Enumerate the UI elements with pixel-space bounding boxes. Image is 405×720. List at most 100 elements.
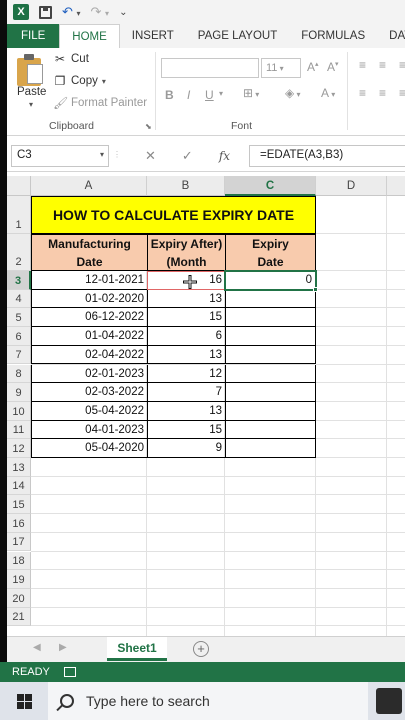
row-header-3[interactable]: 3 bbox=[7, 271, 31, 290]
cell-expiry-date[interactable] bbox=[225, 308, 316, 328]
tab-page-layout[interactable]: PAGE LAYOUT bbox=[186, 24, 289, 48]
cell-expiry-date[interactable] bbox=[225, 439, 316, 458]
column-header-b[interactable]: B bbox=[147, 176, 225, 196]
cell-expiry-months[interactable]: 13 bbox=[147, 401, 226, 421]
cell-manufacturing-date[interactable]: 12-01-2021 bbox=[31, 271, 148, 290]
row-header-14[interactable]: 14 bbox=[7, 476, 31, 496]
shrink-font-icon[interactable]: A▾ bbox=[327, 60, 339, 74]
font-name-box[interactable] bbox=[161, 58, 259, 78]
cell-expiry-months[interactable]: 9 bbox=[147, 439, 226, 458]
paste-icon[interactable] bbox=[17, 54, 45, 86]
clipboard-launcher-icon[interactable]: ⬊ bbox=[145, 122, 152, 131]
taskbar-search[interactable]: Type here to search bbox=[48, 682, 368, 720]
sheet-title-cell[interactable]: HOW TO CALCULATE EXPIRY DATE bbox=[31, 196, 316, 234]
cell-expiry-date[interactable] bbox=[225, 420, 316, 440]
grow-font-icon[interactable]: A▴ bbox=[307, 60, 319, 74]
row-header-9[interactable]: 9 bbox=[7, 383, 31, 402]
undo-icon[interactable]: ↶ ▾ bbox=[62, 4, 81, 20]
enter-icon[interactable]: ✓ bbox=[182, 148, 193, 164]
header-expiry-after-month[interactable]: Expiry After) (Month bbox=[147, 234, 226, 271]
row-header-20[interactable]: 20 bbox=[7, 588, 31, 608]
save-icon[interactable] bbox=[39, 5, 52, 19]
header-manufacturing-date[interactable]: Manufacturing Date bbox=[31, 234, 148, 271]
copy-dropdown-icon[interactable]: ▾ bbox=[102, 77, 106, 86]
cell-manufacturing-date[interactable]: 04-01-2023 bbox=[31, 420, 148, 440]
row-header-10[interactable]: 10 bbox=[7, 401, 31, 421]
cell-expiry-date[interactable] bbox=[225, 383, 316, 402]
column-header-c[interactable]: C bbox=[225, 176, 316, 196]
cell-expiry-months[interactable]: 12 bbox=[147, 364, 226, 384]
fill-handle[interactable] bbox=[313, 287, 318, 292]
cell-expiry-months[interactable]: 15 bbox=[147, 420, 226, 440]
cut-button[interactable]: ✂ Cut bbox=[53, 52, 89, 66]
format-painter-button[interactable]: 🖌 Format Painter bbox=[53, 96, 147, 110]
font-size-box[interactable]: 11 ▾ bbox=[261, 58, 301, 78]
customize-qat-icon[interactable]: ⌄ bbox=[119, 7, 127, 18]
row-header-19[interactable]: 19 bbox=[7, 570, 31, 589]
cell-manufacturing-date[interactable]: 06-12-2022 bbox=[31, 308, 148, 328]
cell-expiry-months[interactable]: 13 bbox=[147, 289, 226, 309]
align-center-icon[interactable]: ≡ bbox=[379, 86, 386, 100]
row-header-15[interactable]: 15 bbox=[7, 495, 31, 515]
cancel-icon[interactable]: ✕ bbox=[145, 148, 156, 164]
cell-manufacturing-date[interactable]: 05-04-2020 bbox=[31, 439, 148, 458]
cell-expiry-date[interactable] bbox=[225, 327, 316, 346]
fill-color-icon[interactable]: ◈ ▾ bbox=[285, 86, 300, 100]
column-header-d[interactable]: D bbox=[316, 176, 387, 196]
tab-home[interactable]: HOME bbox=[59, 24, 120, 48]
cell-manufacturing-date[interactable]: 01-02-2020 bbox=[31, 289, 148, 309]
cell-manufacturing-date[interactable]: 01-04-2022 bbox=[31, 327, 148, 346]
worksheet-grid[interactable]: ABCDE123456789101112131415161718192021HO… bbox=[7, 176, 405, 636]
copy-button[interactable]: ❐ Copy ▾ bbox=[53, 74, 106, 88]
cell-expiry-months[interactable]: 6 bbox=[147, 327, 226, 346]
align-bottom-icon[interactable]: ≡ bbox=[399, 58, 405, 72]
row-header-6[interactable]: 6 bbox=[7, 327, 31, 346]
cell-expiry-date[interactable] bbox=[225, 289, 316, 309]
cell-expiry-date[interactable] bbox=[225, 345, 316, 365]
add-sheet-icon[interactable]: + bbox=[193, 641, 209, 657]
active-cell-selection[interactable] bbox=[224, 270, 317, 291]
cell-manufacturing-date[interactable]: 02-01-2023 bbox=[31, 364, 148, 384]
cell-expiry-date[interactable] bbox=[225, 364, 316, 384]
row-header-13[interactable]: 13 bbox=[7, 458, 31, 477]
row-header-21[interactable]: 21 bbox=[7, 607, 31, 627]
row-header-7[interactable]: 7 bbox=[7, 345, 31, 365]
align-middle-icon[interactable]: ≡ bbox=[379, 58, 386, 72]
bold-button[interactable]: B bbox=[165, 88, 174, 102]
align-left-icon[interactable]: ≡ bbox=[359, 86, 366, 100]
cell-manufacturing-date[interactable]: 05-04-2022 bbox=[31, 401, 148, 421]
tab-data[interactable]: DATA bbox=[377, 24, 405, 48]
row-header-5[interactable]: 5 bbox=[7, 308, 31, 328]
underline-dropdown-icon[interactable]: ▾ bbox=[219, 89, 223, 98]
cell-expiry-date[interactable] bbox=[225, 401, 316, 421]
row-header-4[interactable]: 4 bbox=[7, 289, 31, 309]
tab-file[interactable]: FILE bbox=[7, 24, 60, 48]
cell-expiry-months[interactable]: 15 bbox=[147, 308, 226, 328]
underline-button[interactable]: U bbox=[205, 88, 214, 102]
select-all-corner[interactable] bbox=[7, 176, 31, 196]
tab-formulas[interactable]: FORMULAS bbox=[289, 24, 377, 48]
windows-start-icon[interactable] bbox=[0, 682, 48, 720]
column-header-a[interactable]: A bbox=[31, 176, 147, 196]
tab-insert[interactable]: INSERT bbox=[120, 24, 186, 48]
column-header-e[interactable]: E bbox=[387, 176, 405, 196]
taskbar-app-icon[interactable] bbox=[376, 688, 402, 714]
row-header-16[interactable]: 16 bbox=[7, 514, 31, 533]
next-sheet-icon[interactable]: ▶ bbox=[59, 642, 67, 653]
name-box-dropdown-icon[interactable]: ▾ bbox=[100, 150, 104, 159]
header-expiry-date[interactable]: Expiry Date bbox=[225, 234, 316, 271]
cell-expiry-months[interactable]: 7 bbox=[147, 383, 226, 402]
cell-manufacturing-date[interactable]: 02-04-2022 bbox=[31, 345, 148, 365]
row-header-12[interactable]: 12 bbox=[7, 439, 31, 458]
paste-dropdown-icon[interactable]: ▾ bbox=[29, 100, 33, 109]
paste-button-label[interactable]: Paste bbox=[17, 86, 46, 98]
sheet-tab-sheet1[interactable]: Sheet1 bbox=[107, 637, 167, 661]
row-header-17[interactable]: 17 bbox=[7, 532, 31, 552]
cell-expiry-months[interactable]: 13 bbox=[147, 345, 226, 365]
row-header-8[interactable]: 8 bbox=[7, 364, 31, 384]
italic-button[interactable]: I bbox=[187, 88, 190, 102]
row-header-18[interactable]: 18 bbox=[7, 551, 31, 571]
font-color-icon[interactable]: A ▾ bbox=[321, 86, 335, 100]
redo-icon[interactable]: ↷ ▾ bbox=[91, 4, 110, 20]
cell-manufacturing-date[interactable]: 02-03-2022 bbox=[31, 383, 148, 402]
